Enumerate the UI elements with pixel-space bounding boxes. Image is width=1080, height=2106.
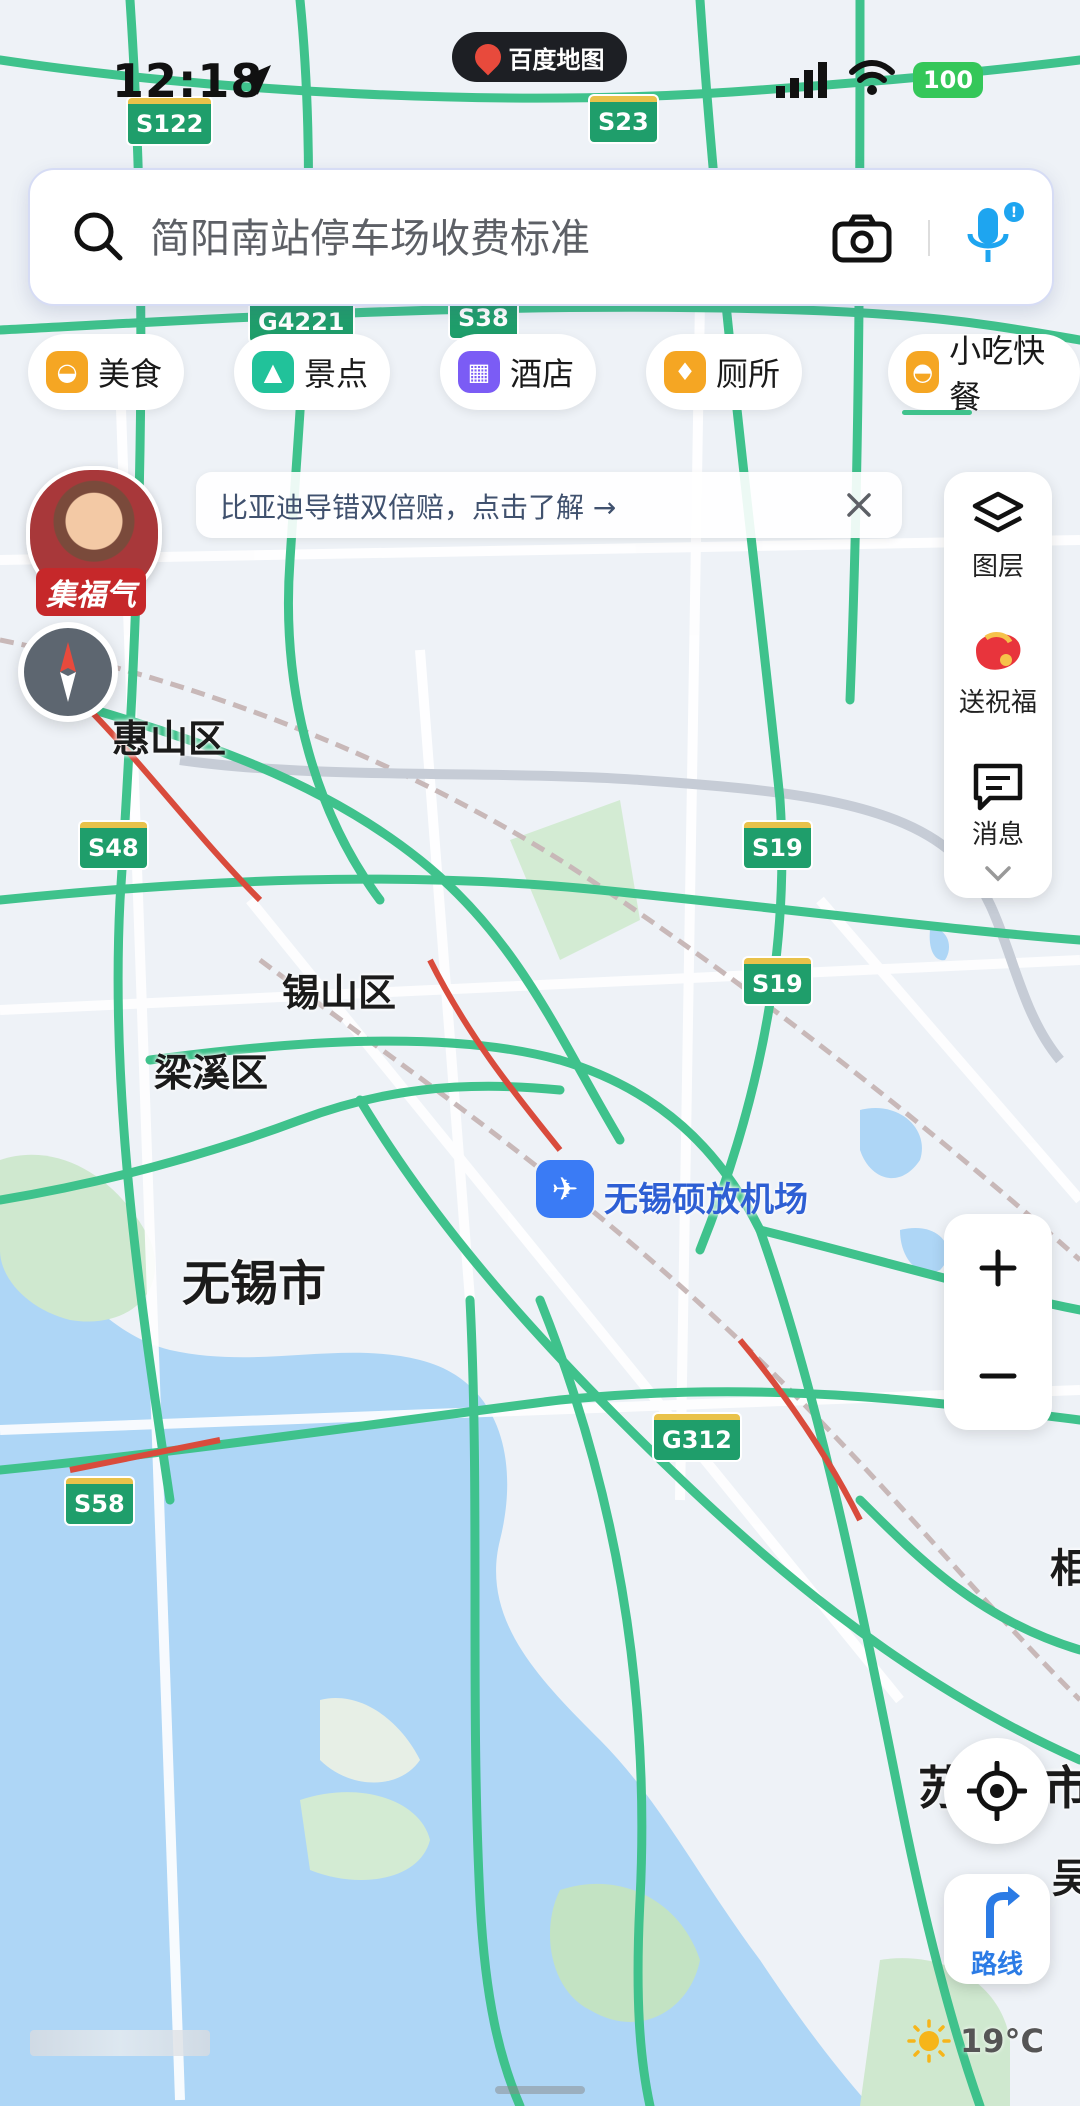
road-shield: S48 (80, 822, 147, 868)
layers-icon[interactable] (971, 490, 1025, 540)
search-bar[interactable]: 简阳南站停车场收费标准 ! (28, 168, 1054, 306)
partial-label-xiang: 相 (1050, 1546, 1080, 1592)
avatar-label[interactable]: 集福气 (36, 568, 146, 616)
partial-label-wu: 吴 (1052, 1856, 1080, 1902)
weather-widget[interactable]: 19°C (906, 2018, 1044, 2064)
temperature: 19°C (960, 2022, 1045, 2060)
search-icon (74, 212, 123, 261)
category-hotel[interactable]: ▦ 酒店 (440, 334, 597, 410)
brand-pill: 百度地图 (452, 32, 627, 82)
airport-label[interactable]: 无锡硕放机场 (604, 1172, 808, 1221)
locate-icon (967, 1761, 1027, 1821)
sun-icon (907, 2019, 951, 2063)
blessing-icon[interactable] (966, 620, 1030, 680)
compass-icon (60, 642, 76, 702)
wifi-icon (849, 60, 895, 95)
map-tools-panel: 图层 送祝福 消息 (944, 472, 1052, 898)
route-label: 路线 (970, 1950, 1023, 1980)
road-shield: G312 (654, 1414, 740, 1460)
zoom-controls (944, 1214, 1052, 1430)
message-icon[interactable] (972, 762, 1024, 812)
category-toilet[interactable]: ♦ 厕所 (646, 334, 803, 410)
brand-name: 百度地图 (508, 45, 605, 74)
search-input[interactable]: 简阳南站停车场收费标准 (150, 206, 590, 264)
close-icon[interactable] (844, 490, 874, 520)
promo-notice[interactable]: 比亚迪导错双倍赔，点击了解 → (196, 472, 902, 538)
messages-button[interactable]: 消息 (944, 814, 1052, 851)
compass-button[interactable] (18, 622, 118, 722)
layers-button[interactable]: 图层 (944, 546, 1052, 583)
category-label: 小吃快餐 (949, 332, 1046, 416)
category-label: 酒店 (510, 355, 575, 393)
category-label: 景点 (304, 355, 369, 393)
hotel-icon: ▦ (458, 351, 500, 393)
category-label: 美食 (98, 355, 163, 393)
district-label-huishan[interactable]: 惠山区 (112, 708, 226, 763)
category-food[interactable]: ◒ 美食 (28, 334, 185, 410)
map-logo-blurred (30, 2030, 210, 2056)
city-label-wuxi[interactable]: 无锡市 (182, 1244, 326, 1314)
road-shield: S19 (744, 958, 811, 1004)
camera-icon[interactable] (832, 214, 892, 264)
svg-text:!: ! (1011, 205, 1017, 221)
road-shield: S58 (66, 1478, 133, 1524)
airport-marker[interactable]: ✈ (536, 1160, 594, 1218)
route-arrow-icon (986, 1886, 1020, 1938)
zoom-in-button[interactable] (944, 1214, 1052, 1322)
cellular-signal-icon (776, 62, 827, 98)
airplane-icon: ✈ (551, 1170, 579, 1208)
food-icon: ◒ (46, 351, 88, 393)
home-indicator (495, 2086, 585, 2094)
blessing-button[interactable]: 送祝福 (944, 682, 1052, 719)
map-pin-logo-icon (469, 38, 506, 76)
route-button[interactable]: 路线 (944, 1874, 1050, 1984)
plus-icon (979, 1249, 1017, 1287)
road-shield: S23 (590, 96, 657, 142)
district-label-xishan[interactable]: 锡山区 (282, 962, 396, 1017)
minus-icon (979, 1373, 1017, 1379)
snack-icon: ◓ (906, 351, 940, 393)
scenery-icon: ▲ (252, 351, 294, 393)
category-scroll-indicator (902, 410, 972, 415)
category-scenery[interactable]: ▲ 景点 (234, 334, 391, 410)
toilet-icon: ♦ (664, 351, 706, 393)
notice-text[interactable]: 比亚迪导错双倍赔，点击了解 → (220, 486, 616, 526)
chevron-down-icon[interactable] (984, 864, 1012, 884)
category-label: 厕所 (716, 355, 781, 393)
battery-indicator: 100 (913, 62, 983, 98)
divider (928, 220, 930, 256)
road-shield: S19 (744, 822, 811, 868)
zoom-out-button[interactable] (944, 1322, 1052, 1430)
district-label-liangxi[interactable]: 梁溪区 (154, 1042, 268, 1097)
location-arrow-icon (241, 65, 271, 95)
category-snack[interactable]: ◓ 小吃快餐 (888, 332, 1080, 416)
microphone-icon[interactable]: ! (960, 200, 1030, 276)
locate-button[interactable] (944, 1738, 1050, 1844)
